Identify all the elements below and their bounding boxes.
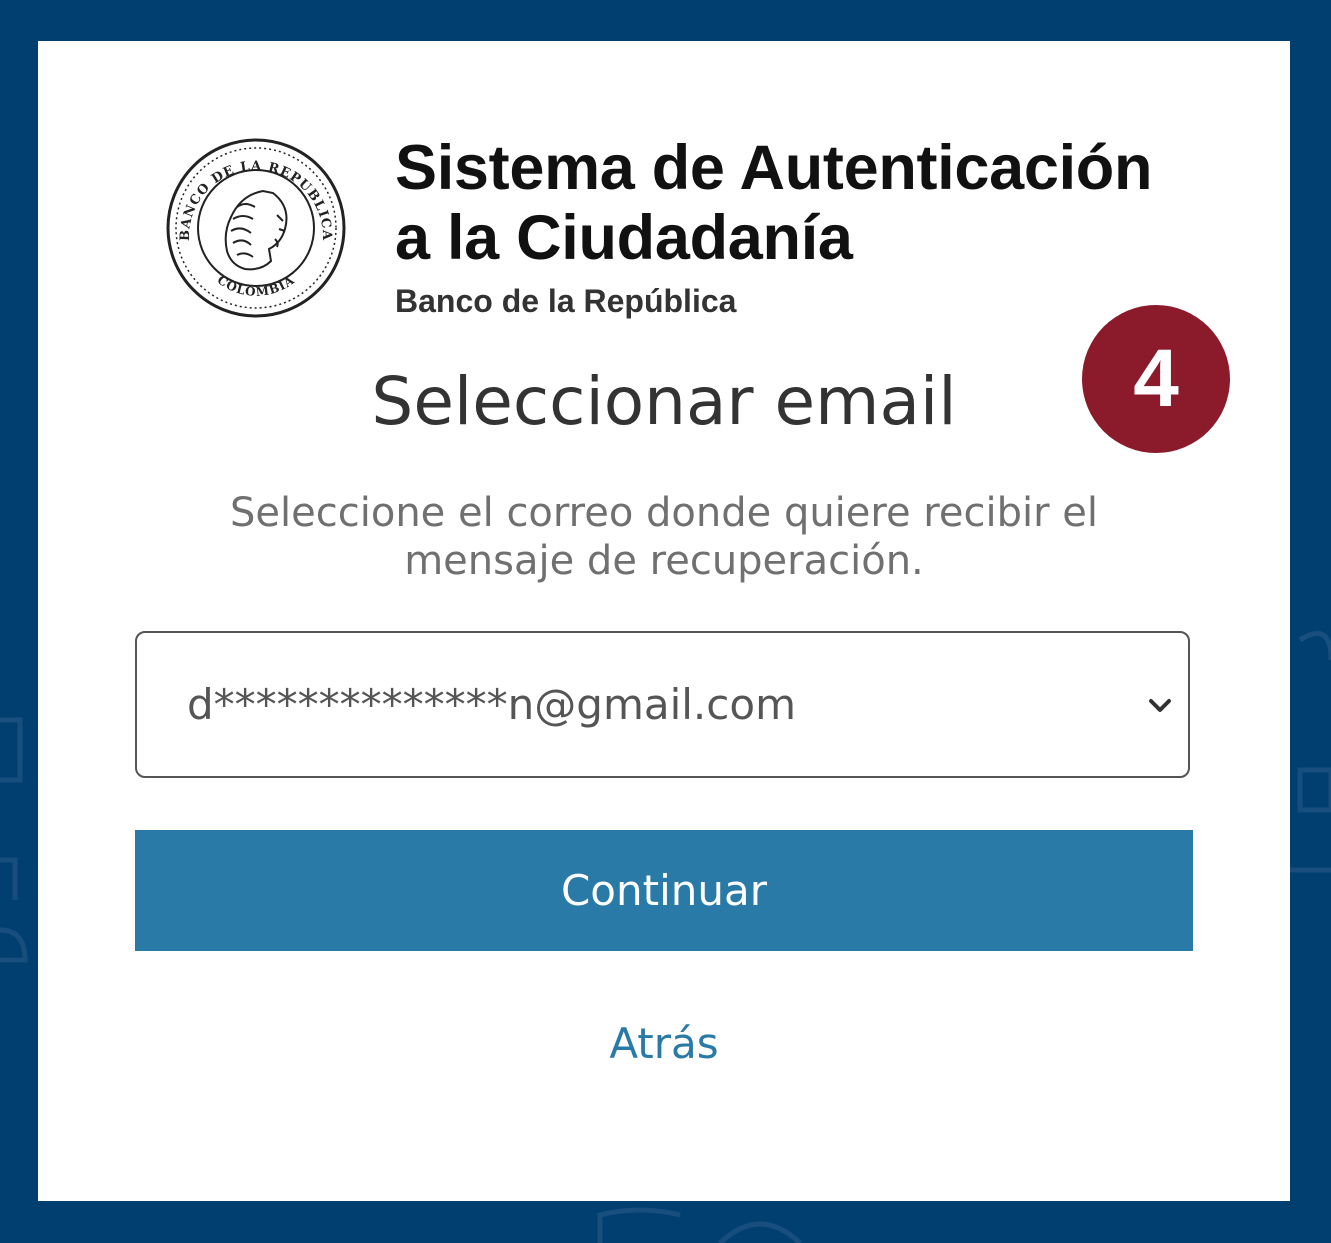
brand-header: BANCO DE LA REPUBLICA COLOMBIA Sistema d… xyxy=(165,133,1152,320)
email-select[interactable]: d**************n@gmail.com xyxy=(135,631,1190,778)
email-select-value: d**************n@gmail.com xyxy=(187,680,796,729)
app-subtitle: Banco de la República xyxy=(395,283,737,319)
banco-de-la-republica-seal-icon: BANCO DE LA REPUBLICA COLOMBIA xyxy=(166,138,346,318)
brand-text: Sistema de Autenticación a la Ciudadanía… xyxy=(395,133,1152,320)
back-link[interactable]: Atrás xyxy=(38,1019,1290,1068)
chevron-down-icon xyxy=(1149,699,1171,712)
page-background: BANCO DE LA REPUBLICA COLOMBIA Sistema d… xyxy=(0,0,1331,1243)
continue-button[interactable]: Continuar xyxy=(135,830,1193,951)
page-title: Seleccionar email xyxy=(371,363,957,440)
page-description: Seleccione el correo donde quiere recibi… xyxy=(230,490,1098,584)
app-title: Sistema de Autenticación a la Ciudadanía xyxy=(395,133,1153,273)
auth-card: BANCO DE LA REPUBLICA COLOMBIA Sistema d… xyxy=(38,41,1290,1201)
